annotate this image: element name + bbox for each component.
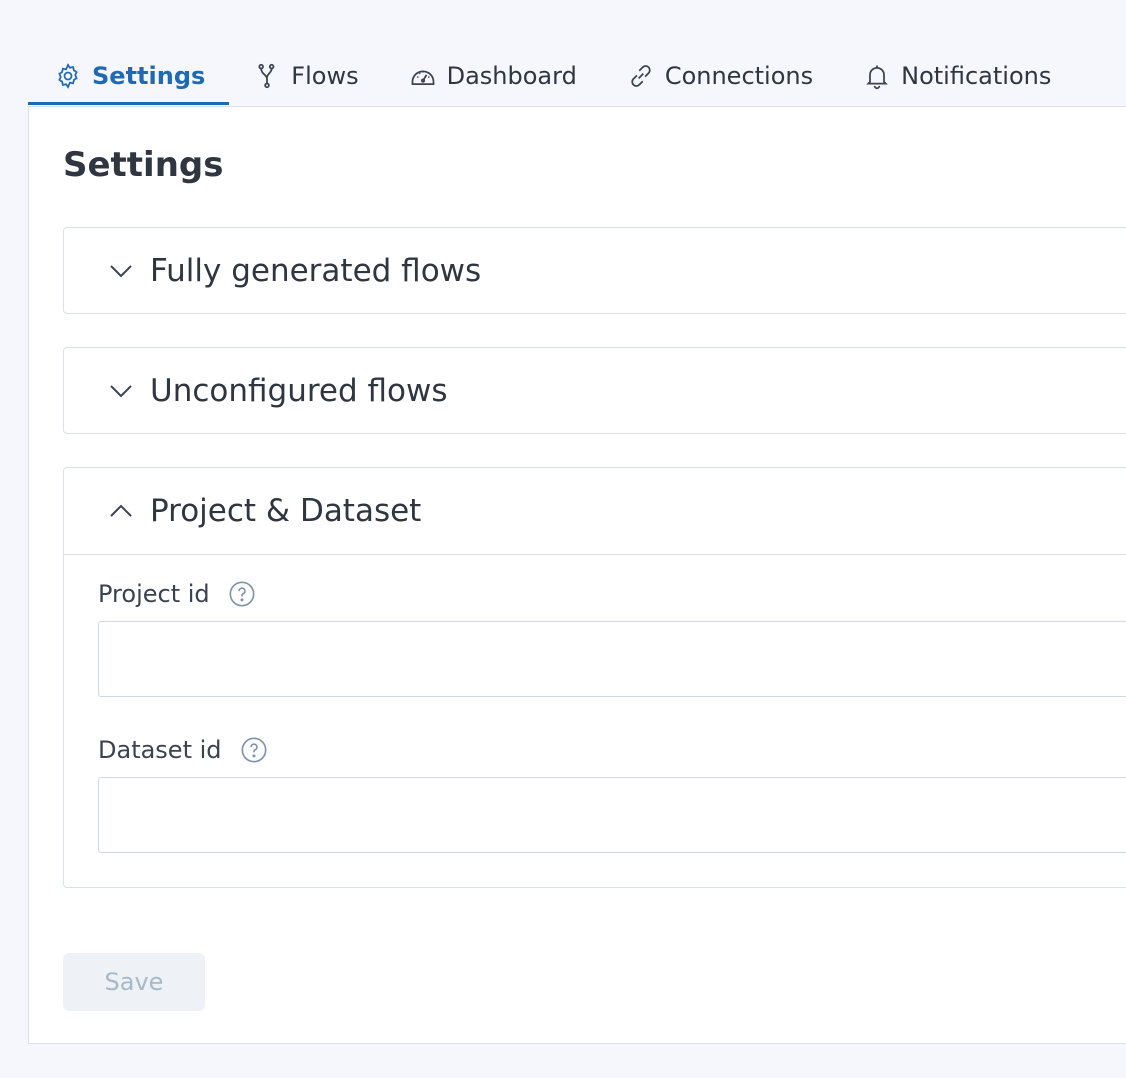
dataset-id-label-text: Dataset id bbox=[98, 736, 222, 764]
tab-flows[interactable]: Flows bbox=[229, 50, 382, 102]
tab-settings[interactable]: Settings bbox=[28, 50, 230, 105]
section-title: Project & Dataset bbox=[150, 493, 422, 529]
tab-flows-label: Flows bbox=[291, 62, 359, 90]
chevron-down-icon bbox=[106, 376, 136, 406]
section-project-dataset: Project & Dataset Project id Dataset id bbox=[63, 467, 1126, 888]
save-button[interactable]: Save bbox=[63, 953, 205, 1011]
dataset-id-label: Dataset id bbox=[98, 736, 268, 764]
section-fully-generated-flows: Fully generated flows bbox=[63, 227, 1126, 314]
section-unconfigured-flows: Unconfigured flows bbox=[63, 347, 1126, 434]
tab-connections[interactable]: Connections bbox=[601, 50, 837, 102]
tab-settings-label: Settings bbox=[92, 62, 206, 90]
help-icon[interactable] bbox=[228, 580, 256, 608]
tab-bar: Settings Flows Dashboard Connections Not… bbox=[28, 50, 1075, 106]
link-icon bbox=[627, 62, 655, 90]
section-title: Unconfigured flows bbox=[150, 373, 448, 409]
tab-dashboard-label: Dashboard bbox=[446, 62, 577, 90]
tab-notifications-label: Notifications bbox=[901, 62, 1052, 90]
section-title: Fully generated flows bbox=[150, 253, 482, 289]
section-header-unconfigured-flows[interactable]: Unconfigured flows bbox=[64, 348, 1126, 434]
tab-connections-label: Connections bbox=[664, 62, 814, 90]
section-header-project-dataset[interactable]: Project & Dataset bbox=[64, 468, 1126, 555]
gear-icon bbox=[54, 62, 82, 90]
project-id-label: Project id bbox=[98, 580, 256, 608]
dataset-id-input[interactable] bbox=[98, 777, 1126, 853]
tab-dashboard[interactable]: Dashboard bbox=[383, 50, 601, 102]
tab-notifications[interactable]: Notifications bbox=[837, 50, 1075, 102]
flow-branch-icon bbox=[253, 62, 281, 90]
project-id-input[interactable] bbox=[98, 621, 1126, 697]
project-id-label-text: Project id bbox=[98, 580, 210, 608]
speedometer-icon bbox=[409, 62, 437, 90]
chevron-down-icon bbox=[106, 256, 136, 286]
page-title: Settings bbox=[63, 145, 224, 185]
settings-panel: Settings Fully generated flows Unconfigu… bbox=[28, 106, 1126, 1044]
section-header-fully-generated-flows[interactable]: Fully generated flows bbox=[64, 228, 1126, 314]
chevron-up-icon bbox=[106, 496, 136, 526]
bell-icon bbox=[863, 62, 891, 90]
help-icon[interactable] bbox=[240, 736, 268, 764]
